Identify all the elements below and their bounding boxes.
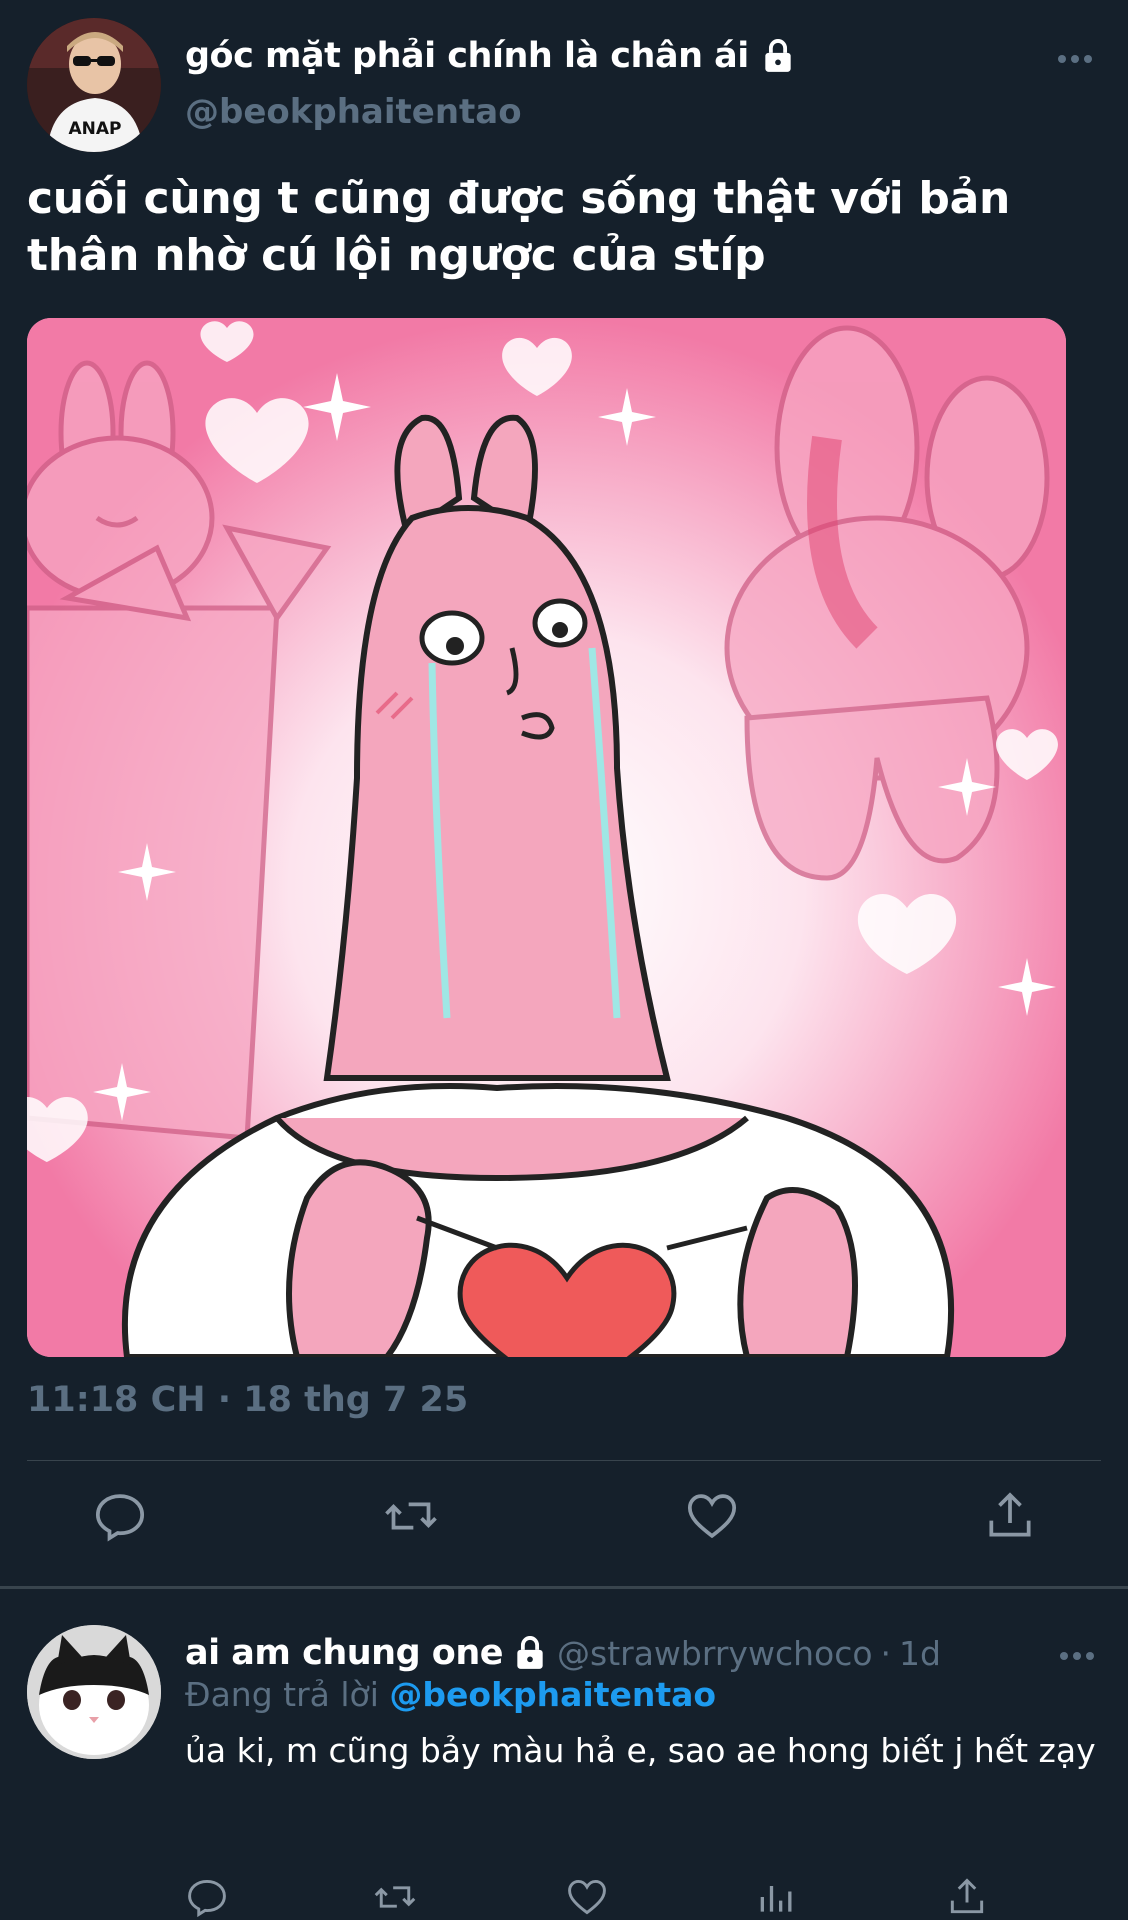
reply-icon[interactable] [92, 1488, 148, 1544]
more-options-icon[interactable] [1057, 52, 1093, 66]
reply-handle[interactable]: @strawbrrywchoco [557, 1634, 873, 1673]
tweet-text: cuối cùng t cũng được sống thật với bản … [27, 173, 1011, 281]
avatar-shirt-text: ANAP [68, 119, 121, 139]
section-divider [0, 1586, 1128, 1589]
analytics-icon[interactable] [755, 1875, 799, 1919]
reply-icon[interactable] [185, 1875, 229, 1919]
share-icon[interactable] [982, 1488, 1038, 1544]
share-icon[interactable] [945, 1875, 989, 1919]
replying-to-handle[interactable]: @beokphaitentao [389, 1675, 716, 1714]
replying-to: Đang trả lời @beokphaitentao [185, 1675, 716, 1714]
separator-dot: · [880, 1633, 892, 1673]
lock-icon [517, 1636, 543, 1669]
like-icon[interactable] [565, 1875, 609, 1919]
like-icon[interactable] [684, 1488, 740, 1544]
divider [27, 1460, 1101, 1461]
lock-icon [765, 39, 791, 72]
more-options-icon[interactable] [1059, 1649, 1095, 1663]
reply-time[interactable]: 1d [899, 1634, 941, 1673]
replying-to-label: Đang trả lời [185, 1675, 379, 1714]
reply-action-bar [185, 1875, 1025, 1919]
reply-tweet[interactable]: ai am chung one @strawbrrywchoco · 1d Đa… [27, 1625, 1117, 1920]
crying-bunny-illustration [27, 318, 1066, 1357]
author-display-name[interactable]: góc mặt phải chính là chân ái [185, 36, 749, 76]
retweet-icon[interactable] [383, 1488, 439, 1544]
reply-header: ai am chung one @strawbrrywchoco · 1d [185, 1633, 941, 1673]
reply-avatar[interactable] [27, 1625, 161, 1759]
author-name-row: góc mặt phải chính là chân ái [185, 36, 797, 76]
reply-text: ủa ki, m cũng bảy màu hả e, sao ae hong … [185, 1731, 1096, 1770]
author-handle[interactable]: @beokphaitentao [185, 92, 522, 132]
tweet-action-bar [27, 1488, 1101, 1558]
author-avatar[interactable]: ANAP [27, 18, 161, 152]
tweet-header: ANAP góc mặt phải chính là chân ái @beok… [27, 18, 1107, 158]
retweet-icon[interactable] [373, 1875, 417, 1919]
tweet-timestamp[interactable]: 11:18 CH · 18 thg 7 25 [27, 1380, 468, 1420]
reply-display-name[interactable]: ai am chung one [185, 1633, 504, 1673]
tweet-media-image[interactable] [27, 318, 1066, 1357]
